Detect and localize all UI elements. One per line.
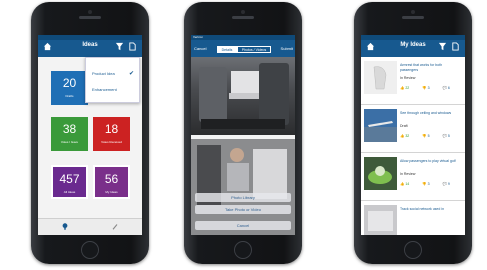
idea-title: Allow passengers to play virtual golf <box>400 159 456 163</box>
checkmark-icon: ✔ <box>128 71 134 77</box>
comment-count[interactable]: 💬 5 <box>443 134 456 138</box>
phone-camera <box>411 10 415 14</box>
idea-stats: 👍 32 👎 5 💬 5 <box>400 134 462 138</box>
thumbs-up-count[interactable]: 👍 32 <box>400 134 415 138</box>
idea-list-item[interactable]: Track social network used in <box>361 201 465 235</box>
thumbs-up-count[interactable]: 👍 22 <box>400 86 415 90</box>
sheet-cancel-button[interactable]: Cancel <box>195 221 291 230</box>
thumbs-up-count[interactable]: 👍 14 <box>400 182 415 186</box>
comment-value: 5 <box>447 134 450 138</box>
phone-submit: Verizon Cancel Details Photos / Videos S… <box>184 2 302 264</box>
thumbs-down-count[interactable]: 👎 3 <box>422 86 435 90</box>
tile-number: 20 <box>62 76 77 90</box>
phone-speaker <box>402 16 424 19</box>
filter-icon[interactable] <box>438 42 447 51</box>
cabin-seat-photo <box>191 57 295 135</box>
idea-status: Draft <box>400 124 408 128</box>
take-photo-option[interactable]: Take Photo or Video <box>195 205 291 214</box>
edit-icon[interactable] <box>111 222 119 231</box>
comment-value: 9 <box>447 182 450 186</box>
tile-label: My Ideas <box>105 190 118 194</box>
filter-icon[interactable] <box>115 42 124 51</box>
my-ideas-screen: My Ideas Armrest that works for both pas… <box>361 35 465 235</box>
tile-votes-received[interactable]: 18 Votes Received <box>93 117 130 151</box>
home-button[interactable] <box>404 241 422 259</box>
thumbs-down-count[interactable]: 👎 5 <box>422 134 435 138</box>
idea-stats: 👍 22 👎 3 💬 6 <box>400 86 462 90</box>
idea-status: In Review <box>400 172 416 176</box>
idea-list-item[interactable]: Armrest that works for both passengers I… <box>361 57 465 105</box>
phone-camera <box>88 10 92 14</box>
navbar: Ideas <box>38 35 142 57</box>
status-bar <box>361 35 465 40</box>
idea-stats: 👍 14 👎 3 💬 9 <box>400 182 462 186</box>
idea-status: In Review <box>400 76 416 80</box>
comment-count[interactable]: 💬 6 <box>443 86 456 90</box>
photo-library-option[interactable]: Photo Library <box>195 193 291 202</box>
app-screenshots: Ideas 20 Drafts 38 Votes I Gave 18 Votes… <box>0 0 487 270</box>
idea-thumbnail <box>364 61 397 94</box>
dropdown-option-product-idea[interactable]: Product Idea <box>92 71 115 76</box>
phone-camera <box>241 10 245 14</box>
thumbs-up-value: 14 <box>405 182 410 186</box>
idea-thumbnail <box>364 157 397 190</box>
tile-number: 56 <box>104 172 119 186</box>
dropdown-option-enhancement[interactable]: Enhancement <box>92 87 117 92</box>
phone-dashboard: Ideas 20 Drafts 38 Votes I Gave 18 Votes… <box>31 2 149 264</box>
tile-label: All Ideas <box>63 190 76 194</box>
phone-speaker <box>79 16 101 19</box>
idea-title: See through ceiling and windows <box>400 111 452 115</box>
idea-list-item[interactable]: Allow passengers to play virtual golf In… <box>361 153 465 201</box>
carrier-label: Verizon <box>193 35 204 39</box>
dashboard-screen: Ideas 20 Drafts 38 Votes I Gave 18 Votes… <box>38 35 142 235</box>
idea-title: Armrest that works for both passengers <box>400 63 443 72</box>
cancel-button[interactable]: Cancel <box>194 46 206 51</box>
thumbs-up-value: 32 <box>405 134 410 138</box>
new-document-icon[interactable] <box>451 42 460 51</box>
thumbs-down-value: 5 <box>427 134 430 138</box>
idea-type-dropdown: Product Idea ✔ Enhancement <box>85 57 140 103</box>
tab-photos-videos[interactable]: Photos / Videos <box>237 46 271 53</box>
home-button[interactable] <box>81 241 99 259</box>
idea-thumbnail <box>364 205 397 235</box>
tile-my-ideas[interactable]: 56 My Ideas <box>93 165 130 199</box>
status-bar: Verizon <box>191 35 295 40</box>
comment-count[interactable]: 💬 9 <box>443 182 456 186</box>
tile-drafts[interactable]: 20 Drafts <box>51 71 88 105</box>
thumbs-down-count[interactable]: 👎 3 <box>422 182 435 186</box>
tile-votes-given[interactable]: 38 Votes I Gave <box>51 117 88 151</box>
idea-thumbnail <box>364 109 397 142</box>
submit-button[interactable]: Submit <box>281 46 293 51</box>
lightbulb-icon[interactable] <box>61 222 69 231</box>
thumbs-down-value: 3 <box>427 182 430 186</box>
navbar: Verizon Cancel Details Photos / Videos S… <box>191 35 295 57</box>
tab-details[interactable]: Details <box>217 46 237 53</box>
tile-all-ideas[interactable]: 457 All Ideas <box>51 165 88 199</box>
tile-number: 457 <box>59 172 80 186</box>
tile-number: 18 <box>104 122 119 136</box>
comment-value: 6 <box>447 86 450 90</box>
tile-number: 38 <box>62 122 77 136</box>
idea-title: Track social network used in <box>400 207 445 211</box>
page-title: My Ideas <box>400 42 426 48</box>
status-bar <box>38 35 142 40</box>
idea-list-item[interactable]: See through ceiling and windows Draft 👍 … <box>361 105 465 153</box>
phone-my-ideas: My Ideas Armrest that works for both pas… <box>354 2 472 264</box>
phone-speaker <box>232 16 254 19</box>
new-document-icon[interactable] <box>128 42 137 51</box>
home-button[interactable] <box>234 241 252 259</box>
tile-label: Drafts <box>65 94 74 98</box>
thumbs-up-value: 22 <box>405 86 410 90</box>
page-title: Ideas <box>82 42 98 48</box>
tile-label: Votes I Gave <box>60 140 79 144</box>
tab-bar <box>38 218 142 235</box>
submit-screen: Verizon Cancel Details Photos / Videos S… <box>191 35 295 235</box>
tile-label: Votes Received <box>101 140 122 144</box>
thumbs-down-value: 3 <box>427 86 430 90</box>
navbar: My Ideas <box>361 35 465 57</box>
